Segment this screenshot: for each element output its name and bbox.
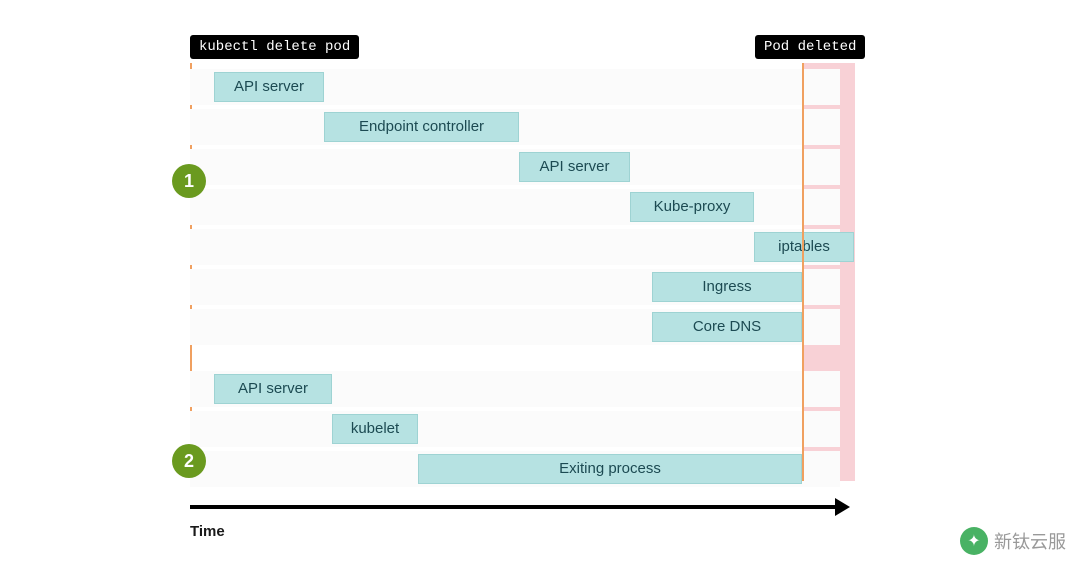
timeline-row: Ingress bbox=[190, 269, 840, 305]
timeline-row: Exiting process bbox=[190, 451, 840, 487]
task-bar-endpoint-controller: Endpoint controller bbox=[324, 112, 519, 142]
timeline: 1 API server Endpoint controller API ser… bbox=[190, 69, 840, 487]
task-bar-core-dns: Core DNS bbox=[652, 312, 802, 342]
watermark-text: 新钛云服 bbox=[994, 528, 1066, 554]
timeline-row: API server bbox=[190, 149, 840, 185]
task-bar-exiting-process: Exiting process bbox=[418, 454, 802, 484]
task-bar-api-server: API server bbox=[214, 72, 324, 102]
axis-label: Time bbox=[190, 523, 850, 540]
diagram-container: kubectl delete pod Pod deleted 1 API ser… bbox=[190, 35, 950, 540]
task-bar-kubelet: kubelet bbox=[332, 414, 418, 444]
watermark: ✦ 新钛云服 bbox=[960, 527, 1066, 555]
group-gap bbox=[190, 349, 840, 367]
end-marker-tag: Pod deleted bbox=[755, 35, 865, 59]
group-1-badge: 1 bbox=[172, 164, 206, 198]
group-2-badge: 2 bbox=[172, 444, 206, 478]
wechat-icon: ✦ bbox=[960, 527, 988, 555]
task-bar-kube-proxy: Kube-proxy bbox=[630, 192, 754, 222]
timeline-row: kubelet bbox=[190, 411, 840, 447]
task-bar-iptables: iptables bbox=[754, 232, 854, 262]
timeline-row: Endpoint controller bbox=[190, 109, 840, 145]
timeline-row: API server bbox=[190, 69, 840, 105]
marker-row: kubectl delete pod Pod deleted bbox=[190, 35, 950, 63]
task-bar-api-server-3: API server bbox=[214, 374, 332, 404]
task-bar-api-server-2: API server bbox=[519, 152, 630, 182]
timeline-row: Kube-proxy bbox=[190, 189, 840, 225]
timeline-row: Core DNS bbox=[190, 309, 840, 345]
axis-line bbox=[190, 505, 838, 509]
axis-arrow-icon bbox=[835, 498, 850, 516]
timeline-row: iptables bbox=[190, 229, 840, 265]
end-marker-line bbox=[802, 63, 804, 481]
start-marker-tag: kubectl delete pod bbox=[190, 35, 359, 59]
task-bar-ingress: Ingress bbox=[652, 272, 802, 302]
timeline-row: API server bbox=[190, 371, 840, 407]
time-axis: Time bbox=[190, 505, 850, 540]
